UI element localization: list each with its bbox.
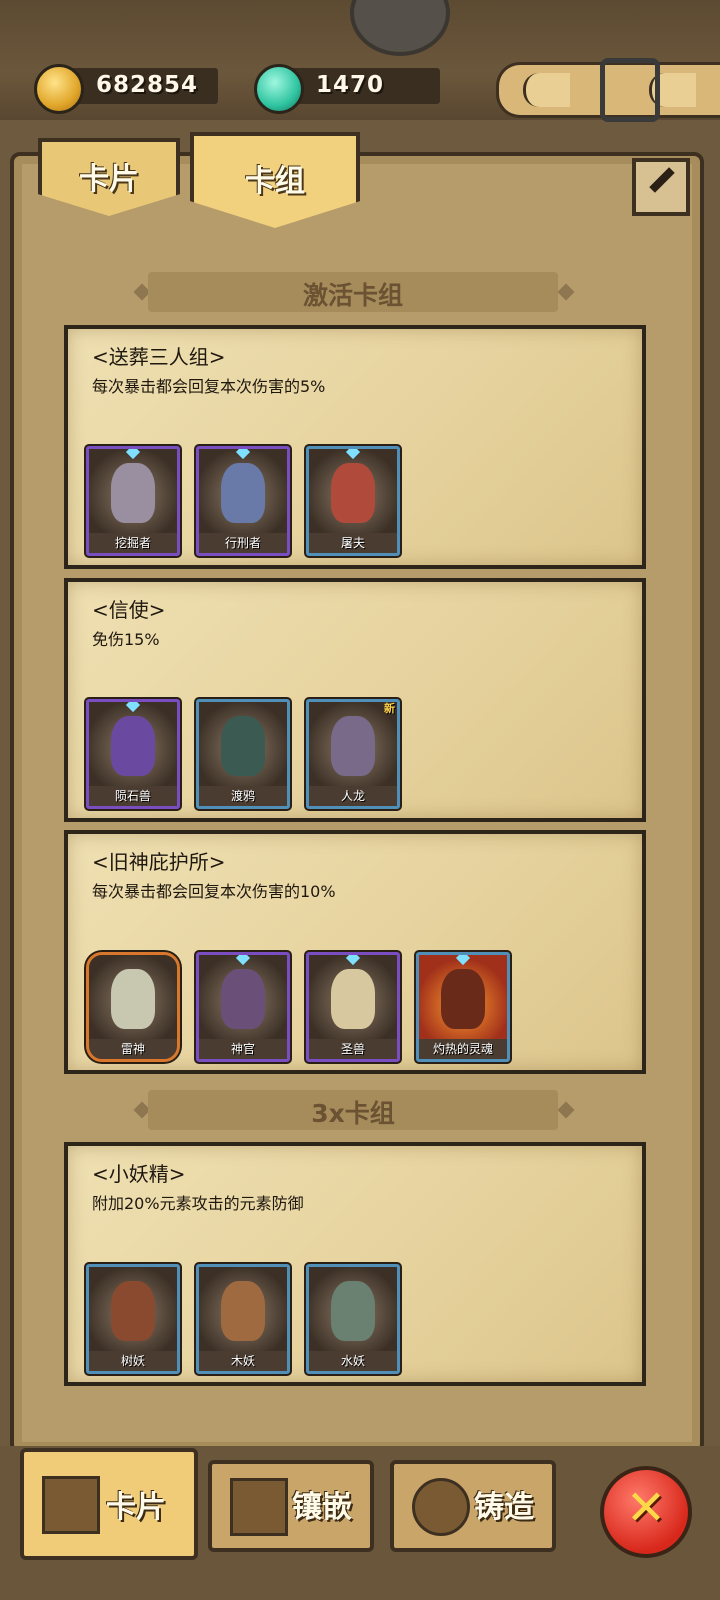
section-header-triple: 3x卡组	[148, 1090, 558, 1130]
card-name: 水妖	[340, 1354, 365, 1368]
executioner-figure-icon	[221, 463, 265, 523]
card-art	[89, 1267, 177, 1351]
card-tile[interactable]: 灼热的灵魂	[416, 952, 510, 1062]
nav-cards-label: 卡片	[106, 1490, 166, 1525]
group-name: <送葬三人组>	[92, 345, 226, 369]
card-art	[309, 449, 397, 533]
pencil-icon	[649, 167, 675, 193]
group-name: <旧神庇护所>	[92, 850, 226, 874]
buckle-icon	[600, 58, 660, 122]
card-name: 挖掘者	[114, 536, 151, 550]
card-name: 树妖	[120, 1354, 145, 1368]
card-art	[199, 449, 287, 533]
card-tile[interactable]: 行刑者	[196, 446, 290, 556]
raven-figure-icon	[221, 716, 265, 776]
group-desc: 每次暴击都会回复本次伤害的5%	[92, 377, 326, 396]
card-art	[419, 955, 507, 1039]
nav-inlay-label: 镶嵌	[292, 1490, 352, 1525]
card-name: 屠夫	[340, 536, 365, 550]
gold-value: 682854	[96, 72, 199, 98]
new-badge: 新	[384, 702, 395, 715]
card-name: 灼热的灵魂	[432, 1042, 493, 1056]
card-tile[interactable]: 陨石兽	[86, 699, 180, 809]
section-header-active: 激活卡组	[148, 272, 558, 312]
edit-button[interactable]	[632, 158, 690, 216]
burning-soul-figure-icon	[441, 969, 485, 1029]
group-desc: 每次暴击都会回复本次伤害的10%	[92, 882, 336, 901]
group-name: <信使>	[92, 598, 166, 622]
tree-sprite-figure-icon	[111, 1281, 155, 1341]
meteor-beast-figure-icon	[111, 716, 155, 776]
gem-value: 1470	[316, 72, 385, 98]
tab-cards-label: 卡片	[79, 162, 139, 197]
gem-icon	[254, 64, 304, 114]
priest-figure-icon	[221, 969, 265, 1029]
forge-icon	[412, 1478, 470, 1536]
card-name: 木妖	[230, 1354, 255, 1368]
nav-inlay-button[interactable]: 镶嵌	[208, 1460, 374, 1552]
section-title-triple: 3x卡组	[311, 1099, 395, 1128]
card-name: 人龙	[340, 789, 365, 803]
card-art	[89, 702, 177, 786]
close-button[interactable]: ✕	[600, 1466, 692, 1558]
nav-forge-button[interactable]: 铸造	[390, 1460, 556, 1552]
digger-figure-icon	[111, 463, 155, 523]
dragonman-figure-icon	[331, 716, 375, 776]
card-name: 雷神	[120, 1042, 145, 1056]
group-name: <小妖精>	[92, 1162, 186, 1186]
card-name: 陨石兽	[114, 789, 151, 803]
card-art	[199, 955, 287, 1039]
card-tile[interactable]: 神官	[196, 952, 290, 1062]
card-tile[interactable]: 渡鸦	[196, 699, 290, 809]
water-sprite-figure-icon	[331, 1281, 375, 1341]
wood-sprite-figure-icon	[221, 1281, 265, 1341]
close-icon: ✕	[625, 1480, 667, 1536]
card-tile[interactable]: 树妖	[86, 1264, 180, 1374]
nav-forge-label: 铸造	[474, 1490, 534, 1525]
nav-cards-button[interactable]: 卡片	[20, 1448, 198, 1560]
card-tile[interactable]: 水妖	[306, 1264, 400, 1374]
gold-nugget-icon	[34, 64, 84, 114]
butcher-figure-icon	[331, 463, 375, 523]
card-art	[199, 702, 287, 786]
card-art	[309, 1267, 397, 1351]
card-tile[interactable]: 挖掘者	[86, 446, 180, 556]
card-art	[89, 955, 177, 1039]
card-name: 渡鸦	[230, 789, 255, 803]
card-tile[interactable]: 屠夫	[306, 446, 400, 556]
card-art	[309, 955, 397, 1039]
card-name: 行刑者	[224, 536, 261, 550]
card-name: 圣兽	[340, 1042, 365, 1056]
section-title-active: 激活卡组	[302, 281, 403, 310]
card-tile[interactable]: 雷神	[86, 952, 180, 1062]
card-tile[interactable]: 木妖	[196, 1264, 290, 1374]
group-desc: 附加20%元素攻击的元素防御	[92, 1194, 304, 1213]
card-icon	[42, 1476, 100, 1534]
group-desc: 免伤15%	[92, 630, 160, 649]
tab-decks-label: 卡组	[245, 164, 305, 199]
card-art	[89, 449, 177, 533]
card-name: 神官	[230, 1042, 255, 1056]
holy-beast-figure-icon	[331, 969, 375, 1029]
strap-segment	[523, 73, 570, 107]
card-art	[199, 1267, 287, 1351]
thunder-god-figure-icon	[111, 969, 155, 1029]
card-tile[interactable]: 圣兽	[306, 952, 400, 1062]
book-icon	[230, 1478, 288, 1536]
